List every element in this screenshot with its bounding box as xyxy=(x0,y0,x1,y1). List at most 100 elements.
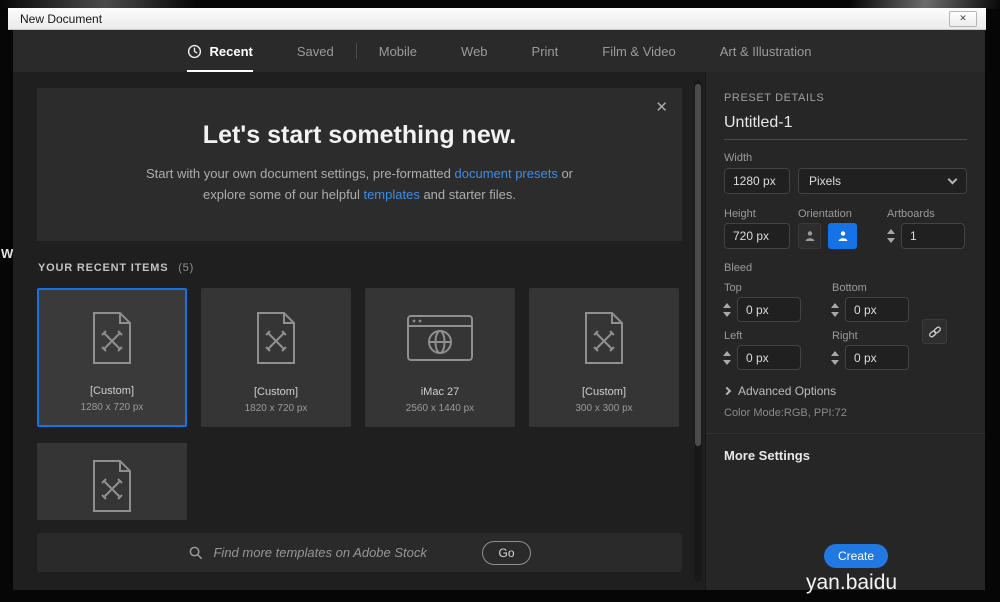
watermark-text: yan.baidu xyxy=(806,571,898,594)
bleed-bottom-stepper[interactable] xyxy=(831,297,839,322)
chevron-right-icon xyxy=(722,386,732,396)
tab-label: Film & Video xyxy=(602,43,676,59)
width-label: Width xyxy=(724,152,753,164)
tab-art-illustration[interactable]: Art & Illustration xyxy=(698,30,834,72)
bleed-top-input[interactable] xyxy=(737,297,801,322)
bleed-right-label: Right xyxy=(832,330,858,342)
hero-text: or xyxy=(557,166,574,181)
recent-item-name: [Custom] xyxy=(253,386,298,398)
scrollbar-track[interactable] xyxy=(694,80,702,582)
orientation-portrait-button[interactable] xyxy=(798,223,821,249)
bleed-bottom-input[interactable] xyxy=(845,297,909,322)
recent-item-name: iMac 27 xyxy=(420,386,460,398)
tab-print[interactable]: Print xyxy=(510,30,581,72)
recent-item-name: [Custom] xyxy=(581,386,626,398)
artboards-input[interactable] xyxy=(901,223,965,249)
create-button[interactable]: Create xyxy=(824,544,888,568)
bleed-left-stepper[interactable] xyxy=(723,345,731,370)
tab-label: Print xyxy=(531,43,559,59)
stepper-up-icon[interactable] xyxy=(723,302,731,308)
recent-item-name: [Custom] xyxy=(89,385,134,397)
units-dropdown[interactable]: Pixels xyxy=(798,168,967,194)
recent-items-count: (5) xyxy=(178,262,195,274)
color-mode-text: Color Mode:RGB, PPI:72 xyxy=(724,407,847,419)
bleed-left-input[interactable] xyxy=(737,345,801,370)
hero-close-button[interactable]: ✕ xyxy=(655,98,668,116)
chain-link-icon xyxy=(928,326,941,337)
background-window-text: W xyxy=(1,246,14,261)
document-name-field xyxy=(724,114,967,140)
recent-item-dims: 1280 x 720 px xyxy=(80,402,144,413)
stepper-up-icon[interactable] xyxy=(831,302,839,308)
recent-items-heading: YOUR RECENT ITEMS (5) xyxy=(38,262,194,274)
search-icon xyxy=(190,546,203,560)
tab-recent[interactable]: Recent xyxy=(165,30,275,72)
tab-saved[interactable]: Saved xyxy=(275,30,356,72)
more-settings-button[interactable]: More Settings xyxy=(724,448,810,463)
orientation-label: Orientation xyxy=(798,208,852,220)
stepper-up-icon[interactable] xyxy=(831,350,839,356)
hero-text: explore some of our helpful xyxy=(203,187,364,202)
stepper-up-icon[interactable] xyxy=(723,350,731,356)
window-title: New Document xyxy=(20,11,103,26)
recent-item-card-partial[interactable] xyxy=(37,443,187,520)
tab-web[interactable]: Web xyxy=(439,30,510,72)
screen: W yan.baidu New Document ✕ Recent Saved … xyxy=(0,0,1000,602)
advanced-options-toggle[interactable]: Advanced Options xyxy=(722,384,837,398)
advanced-options-label: Advanced Options xyxy=(738,384,837,398)
link-document-presets[interactable]: document presets xyxy=(455,166,558,181)
hero-title: Let's start something new. xyxy=(202,121,517,149)
preset-details-heading: PRESET DETAILS xyxy=(724,92,825,104)
tab-mobile[interactable]: Mobile xyxy=(357,30,439,72)
bleed-left-label: Left xyxy=(724,330,743,342)
close-icon: ✕ xyxy=(655,99,668,116)
recent-items-grid: [Custom] 1280 x 720 px [Custom] 1820 x 7… xyxy=(37,288,679,427)
go-button[interactable]: Go xyxy=(482,540,531,565)
document-name-input[interactable] xyxy=(724,114,967,132)
link-templates[interactable]: templates xyxy=(363,187,419,202)
clock-icon xyxy=(187,44,202,59)
bleed-right-input[interactable] xyxy=(845,345,909,370)
window-close-button[interactable]: ✕ xyxy=(949,10,977,27)
bleed-top-stepper[interactable] xyxy=(723,297,731,322)
artboards-stepper[interactable] xyxy=(887,223,895,249)
tab-label: Saved xyxy=(296,43,334,59)
stepper-down-icon[interactable] xyxy=(723,359,731,365)
stepper-down-icon[interactable] xyxy=(723,311,731,317)
landscape-icon xyxy=(838,231,847,241)
bleed-bottom-label: Bottom xyxy=(832,282,867,294)
bleed-right-stepper[interactable] xyxy=(831,345,839,370)
monitor-icon xyxy=(405,289,475,386)
hero-subtitle: Start with your own document settings, p… xyxy=(37,163,682,205)
recent-item-dims: 2560 x 1440 px xyxy=(405,403,475,414)
tab-bar: Recent Saved Mobile Web Print Film & Vid… xyxy=(13,30,985,72)
tab-label: Recent xyxy=(209,43,253,59)
height-input[interactable] xyxy=(724,223,790,249)
scrollbar-thumb[interactable] xyxy=(695,84,701,446)
tab-label: Web xyxy=(461,43,488,59)
width-input[interactable] xyxy=(724,168,790,194)
stock-search-input[interactable] xyxy=(213,545,469,560)
document-icon xyxy=(250,289,302,386)
stepper-down-icon[interactable] xyxy=(831,311,839,317)
document-icon xyxy=(86,290,138,385)
artboards-label: Artboards xyxy=(887,208,935,220)
hero-text: Start with your own document settings, p… xyxy=(145,166,455,181)
recent-item-card[interactable]: [Custom] 300 x 300 px xyxy=(529,288,679,427)
portrait-icon xyxy=(805,231,814,241)
orientation-landscape-button[interactable] xyxy=(828,223,857,249)
main-content: ✕ Let's start something new. Start with … xyxy=(13,72,705,590)
stepper-down-icon[interactable] xyxy=(887,238,895,243)
window-titlebar: New Document ✕ xyxy=(8,8,986,30)
recent-item-card[interactable]: iMac 27 2560 x 1440 px xyxy=(365,288,515,427)
tab-label: Mobile xyxy=(378,43,418,59)
stock-search-bar: Go xyxy=(37,533,682,572)
link-dimensions-button[interactable] xyxy=(922,319,947,344)
recent-items-title: YOUR RECENT ITEMS xyxy=(38,262,169,274)
stepper-down-icon[interactable] xyxy=(831,359,839,365)
recent-item-card[interactable]: [Custom] 1820 x 720 px xyxy=(201,288,351,427)
stepper-up-icon[interactable] xyxy=(887,229,895,234)
recent-item-card[interactable]: [Custom] 1280 x 720 px xyxy=(37,288,187,427)
tab-film-video[interactable]: Film & Video xyxy=(580,30,697,72)
units-value: Pixels xyxy=(809,174,842,188)
